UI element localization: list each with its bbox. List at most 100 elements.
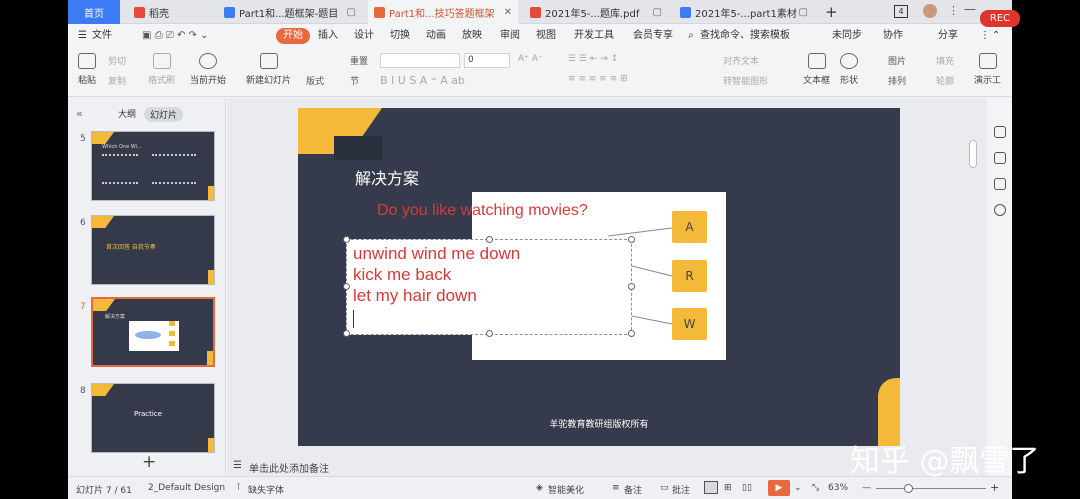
vertical-scrollbar[interactable]	[969, 140, 977, 168]
comments-toggle[interactable]: 批注	[672, 483, 690, 496]
theme-name[interactable]: 2_Default Design	[148, 483, 225, 493]
slide-footer[interactable]: 羊驼教育教研组版权所有	[298, 417, 900, 430]
zoom-in-button[interactable]: +	[990, 481, 999, 494]
thumb-answer-box	[169, 321, 175, 326]
resize-handle[interactable]	[343, 330, 350, 337]
sync-status[interactable]: 未同步	[832, 28, 862, 44]
command-search-input[interactable]: 查找命令、搜索模板	[700, 28, 790, 44]
minimize-icon[interactable]: —	[964, 2, 976, 16]
new-tab-button[interactable]: +	[825, 3, 838, 21]
present-tool-button[interactable]: 演示工	[974, 53, 1001, 86]
reset-button[interactable]: 重置	[350, 54, 368, 67]
more-icon[interactable]: ⋮	[948, 4, 959, 17]
menu-icon[interactable]: ☰	[78, 28, 87, 44]
align-text-button[interactable]: 对齐文本	[723, 54, 759, 67]
window-count-badge[interactable]: 4	[894, 5, 908, 18]
tab-document[interactable]: Part1和...题框架-题目 ▢	[218, 0, 362, 24]
beautify-button[interactable]: 智能美化	[548, 483, 584, 496]
tab-pdf[interactable]: 2021年5-...题库.pdf ▢	[524, 0, 668, 24]
resize-handle[interactable]	[628, 236, 635, 243]
format-painter-button[interactable]: 格式刷	[148, 53, 175, 86]
zoom-level[interactable]: 63%	[828, 483, 848, 493]
tab-slideshow[interactable]: 放映	[462, 28, 482, 44]
help-icon[interactable]	[994, 204, 1006, 216]
selected-text-box[interactable]: unwind wind me down kick me back let my …	[346, 239, 632, 335]
avatar[interactable]	[923, 4, 937, 18]
picture-button[interactable]: 图片	[888, 54, 906, 67]
zoom-out-button[interactable]: —	[862, 483, 871, 493]
collapse-pane-icon[interactable]: «	[76, 107, 83, 120]
list-buttons[interactable]: ☰ ☰ ⇤ ⇥ ↕	[568, 54, 618, 64]
copy-icon[interactable]	[994, 178, 1006, 190]
tab-transition[interactable]: 切换	[390, 28, 410, 44]
shape-button[interactable]: 形状	[840, 53, 858, 86]
slide-thumbnail-7-selected[interactable]: 解决方案	[91, 297, 215, 367]
tab-design[interactable]: 设计	[354, 28, 374, 44]
copy-button[interactable]: 复制	[108, 74, 126, 87]
tab-start[interactable]: 开始	[276, 28, 310, 44]
answer-box-w[interactable]: W	[672, 308, 707, 340]
tab-home[interactable]: 首页	[68, 0, 120, 24]
tab-review[interactable]: 审阅	[500, 28, 520, 44]
play-slideshow-button[interactable]: ▶	[768, 480, 790, 496]
resize-handle[interactable]	[628, 330, 635, 337]
missing-font-button[interactable]: 缺失字体	[248, 483, 284, 496]
tab-outline[interactable]: 大纲	[118, 107, 136, 120]
fill-button[interactable]: 填充	[936, 54, 954, 67]
add-slide-button[interactable]: +	[142, 452, 156, 472]
text-style-buttons[interactable]: B I U S A ⁼ A ab	[380, 74, 465, 87]
tab-slides[interactable]: 幻灯片	[144, 107, 184, 122]
magic-icon[interactable]	[994, 152, 1006, 164]
textbox-button[interactable]: 文本框	[803, 53, 830, 86]
resize-handle[interactable]	[486, 330, 493, 337]
answer-box-a[interactable]: A	[672, 211, 707, 243]
share-button[interactable]: 分享	[938, 28, 958, 44]
properties-icon[interactable]	[994, 126, 1006, 138]
tab-insert[interactable]: 插入	[318, 28, 338, 44]
resize-handle[interactable]	[628, 283, 635, 290]
reading-view-icon[interactable]: ▯▯	[742, 483, 752, 493]
cut-button[interactable]: 剪切	[108, 54, 126, 67]
outline-button[interactable]: 轮廓	[936, 74, 954, 87]
tab-document-2[interactable]: 2021年5-...part1素材 ▢	[674, 0, 814, 24]
resize-handle[interactable]	[343, 236, 350, 243]
new-slide-button[interactable]: 新建幻灯片	[246, 53, 291, 86]
slide-thumbnail-8[interactable]: Practice	[91, 383, 215, 453]
collaborate-button[interactable]: 协作	[883, 28, 903, 44]
question-text[interactable]: Do you like watching movies?	[377, 202, 588, 220]
zoom-slider-track[interactable]	[876, 488, 986, 489]
close-icon[interactable]: ✕	[504, 7, 512, 18]
arrange-button[interactable]: 排列	[888, 74, 906, 87]
font-size-select[interactable]: 0	[464, 53, 510, 68]
normal-view-icon[interactable]	[704, 481, 718, 494]
tab-animation[interactable]: 动画	[426, 28, 446, 44]
tab-view[interactable]: 视图	[536, 28, 556, 44]
zoom-slider-thumb[interactable]	[904, 484, 913, 493]
notes-toggle[interactable]: 备注	[624, 483, 642, 496]
font-size-adjust-icons[interactable]: A⁺ A⁻	[518, 54, 543, 64]
answer-box-r[interactable]: R	[672, 260, 707, 292]
fit-icon[interactable]: ⤡	[812, 483, 819, 493]
play-from-current-button[interactable]: 当前开始	[190, 53, 226, 86]
menu-file[interactable]: 文件	[92, 28, 112, 44]
tab-developer[interactable]: 开发工具	[574, 28, 614, 44]
font-family-select[interactable]	[380, 53, 460, 68]
current-slide[interactable]: 解决方案 Do you like watching movies? unwind…	[298, 108, 900, 446]
smartart-button[interactable]: 转智能图形	[723, 74, 768, 87]
more-icon[interactable]: ⋮	[980, 28, 990, 44]
tab-presentation-active[interactable]: Part1和...技巧答题框架 ✕	[368, 0, 518, 24]
tab-daoke[interactable]: 稻壳	[128, 0, 212, 24]
thumb-number: 8	[80, 386, 86, 396]
paste-button[interactable]: 粘贴	[78, 53, 96, 86]
sorter-view-icon[interactable]: ⊞	[724, 483, 732, 493]
slide-thumbnail-6[interactable]: 首次回答 自我节奏	[91, 215, 215, 285]
align-buttons[interactable]: ≡ ≡ ≡ ≡ ≡ ⊞	[568, 74, 628, 84]
layout-button[interactable]: 版式	[306, 74, 324, 87]
play-options-icon[interactable]: ⌄	[794, 483, 802, 493]
resize-handle[interactable]	[486, 236, 493, 243]
resize-handle[interactable]	[343, 283, 350, 290]
slide-thumbnail-5[interactable]: Which One Wi...	[91, 131, 215, 201]
collapse-ribbon-icon[interactable]: ⌃	[992, 28, 1000, 44]
section-button[interactable]: 节	[350, 74, 359, 87]
tab-member[interactable]: 会员专享	[633, 28, 673, 44]
